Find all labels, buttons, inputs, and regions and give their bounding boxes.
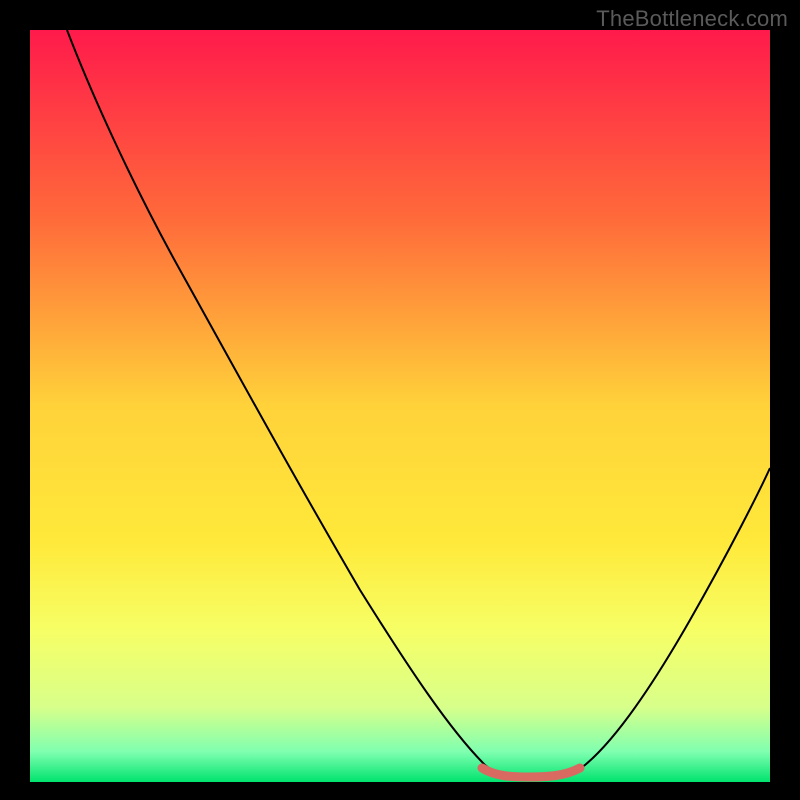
chart-background xyxy=(30,30,770,782)
chart-frame: TheBottleneck.com xyxy=(0,0,800,800)
bottleneck-chart xyxy=(30,30,770,782)
watermark-text: TheBottleneck.com xyxy=(596,6,788,32)
